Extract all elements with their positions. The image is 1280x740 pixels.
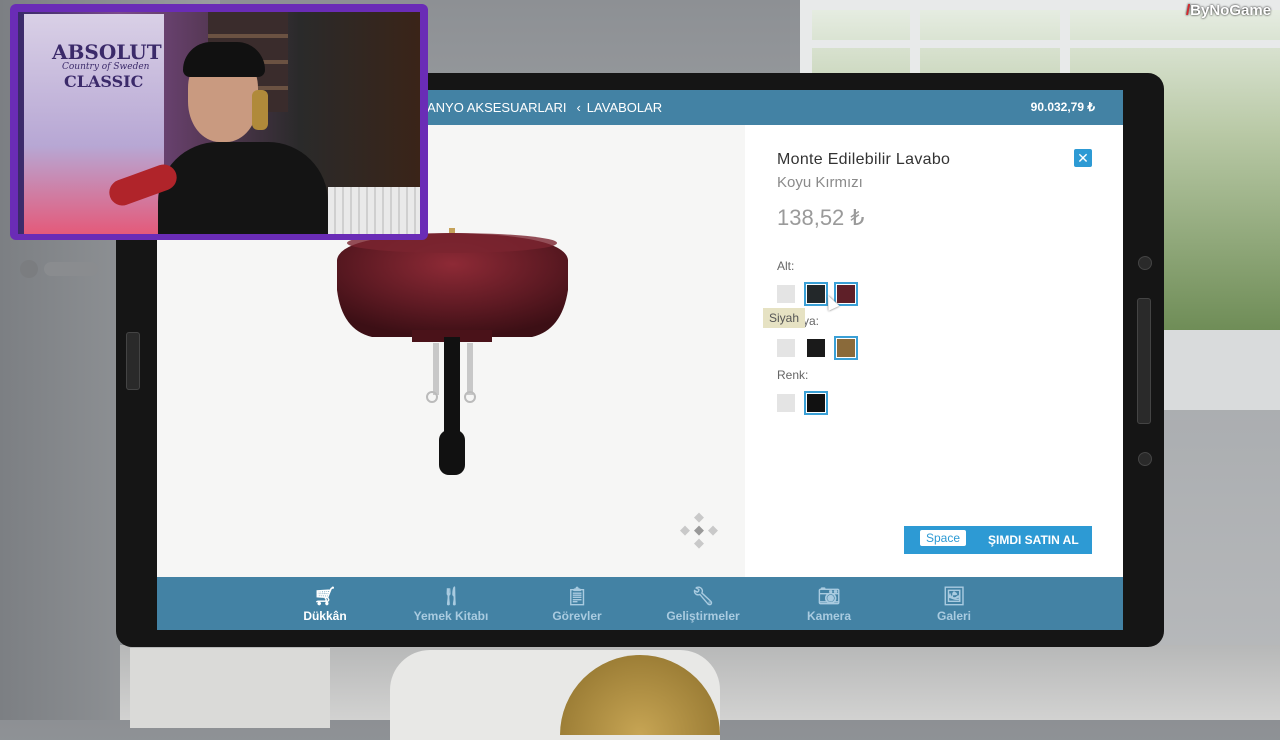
- streamer-hair: [183, 42, 265, 77]
- nav-label: Galeri: [936, 609, 972, 623]
- webcam-feed: ABSOLUT Country of Sweden CLASSIC: [18, 12, 420, 234]
- poster: ABSOLUT Country of Sweden CLASSIC: [24, 14, 164, 234]
- breadcrumb-current[interactable]: LAVABOLAR: [587, 100, 662, 115]
- balance-amount: 90.032,79 ₺: [1030, 100, 1095, 114]
- nav-label: Geliştirmeler: [666, 609, 740, 623]
- nav-item-upgrades[interactable]: 🔧︎ Geliştirmeler: [643, 577, 763, 630]
- tablet-sensor-dot: [1138, 452, 1152, 466]
- swatch-alt-black[interactable]: [804, 282, 828, 306]
- webcam-overlay: ABSOLUT Country of Sweden CLASSIC: [10, 4, 428, 240]
- headphone: [252, 90, 268, 130]
- swatch-alt-light[interactable]: [777, 285, 795, 303]
- nav-label: Dükkân: [303, 609, 347, 623]
- tablet-side-button-right: [1137, 298, 1151, 424]
- nav-item-tasks[interactable]: 📋︎ Görevler: [517, 577, 637, 630]
- breadcrumb-parent[interactable]: ANYO AKSESUARLARI: [427, 100, 566, 115]
- nav-item-shop[interactable]: 🛒︎ Dükkân: [265, 577, 385, 630]
- poster-classic: CLASSIC: [64, 72, 144, 91]
- rotate-view-icon[interactable]: ◆ ◆ ◆ ◆ ◆: [680, 509, 718, 550]
- tablet-side-button-left: [126, 332, 140, 390]
- cutlery-icon: 🍴︎: [439, 586, 463, 606]
- swatch-renk-light[interactable]: [777, 394, 795, 412]
- poster-subtitle: Country of Sweden: [62, 62, 150, 72]
- color-tooltip: Siyah: [763, 308, 806, 328]
- poster-title: ABSOLUT: [52, 40, 162, 64]
- clipboard-icon: 📋︎: [565, 586, 589, 606]
- product-details: Monte Edilebilir Lavabo Koyu Kırmızı 138…: [745, 125, 1123, 577]
- option-label-renk: Renk:: [777, 368, 809, 382]
- cart-icon: 🛒︎: [313, 586, 337, 606]
- product-name: Monte Edilebilir Lavabo: [777, 151, 951, 168]
- image-icon: 🖼︎: [942, 586, 966, 606]
- nav-item-camera[interactable]: 📷︎ Kamera: [769, 577, 889, 630]
- window-sill: [1160, 330, 1280, 410]
- option-label-alt: Alt:: [777, 259, 795, 273]
- nav-label: Görevler: [552, 609, 602, 623]
- hotkey-badge: Space: [920, 530, 967, 546]
- close-icon[interactable]: ✕: [1074, 149, 1092, 167]
- radiator: [328, 187, 420, 234]
- nav-item-cookbook[interactable]: 🍴︎ Yemek Kitabı: [391, 577, 511, 630]
- swatch-ya-light[interactable]: [777, 339, 795, 357]
- buy-now-button[interactable]: Space ŞIMDI SATIN AL: [904, 526, 1092, 554]
- watermark-text: ByNoGame: [1190, 2, 1272, 19]
- bottom-nav: 🛒︎ Dükkân 🍴︎ Yemek Kitabı 📋︎ Görevler 🔧︎…: [157, 577, 1123, 630]
- tablet-camera-dot: [1138, 256, 1152, 270]
- nav-label: Yemek Kitabı: [413, 609, 489, 623]
- background-cabinet: [130, 648, 330, 728]
- swatch-ya-bronze[interactable]: [834, 336, 858, 360]
- swatch-ya-black[interactable]: [807, 339, 825, 357]
- chat-badge: [44, 262, 98, 276]
- avatar: [20, 260, 38, 278]
- swatch-alt-darkred[interactable]: [834, 282, 858, 306]
- wrench-icon: 🔧︎: [691, 586, 715, 606]
- watermark: /ByNoGame: [1186, 2, 1271, 19]
- breadcrumb-separator-icon: ‹: [576, 100, 581, 115]
- streamer-body: [158, 142, 328, 234]
- swatch-renk-black[interactable]: [804, 391, 828, 415]
- option-label-ya: ya:: [803, 314, 820, 328]
- product-variant: Koyu Kırmızı: [777, 174, 863, 191]
- product-price: 138,52 ₺: [777, 205, 865, 230]
- buy-now-label: ŞIMDI SATIN AL: [988, 533, 1079, 547]
- breadcrumb: ANYO AKSESUARLARI ‹ LAVABOLAR: [427, 90, 662, 125]
- nav-label: Kamera: [806, 609, 852, 623]
- nav-item-gallery[interactable]: 🖼︎ Galeri: [894, 577, 1014, 630]
- camera-icon: 📷︎: [817, 586, 841, 606]
